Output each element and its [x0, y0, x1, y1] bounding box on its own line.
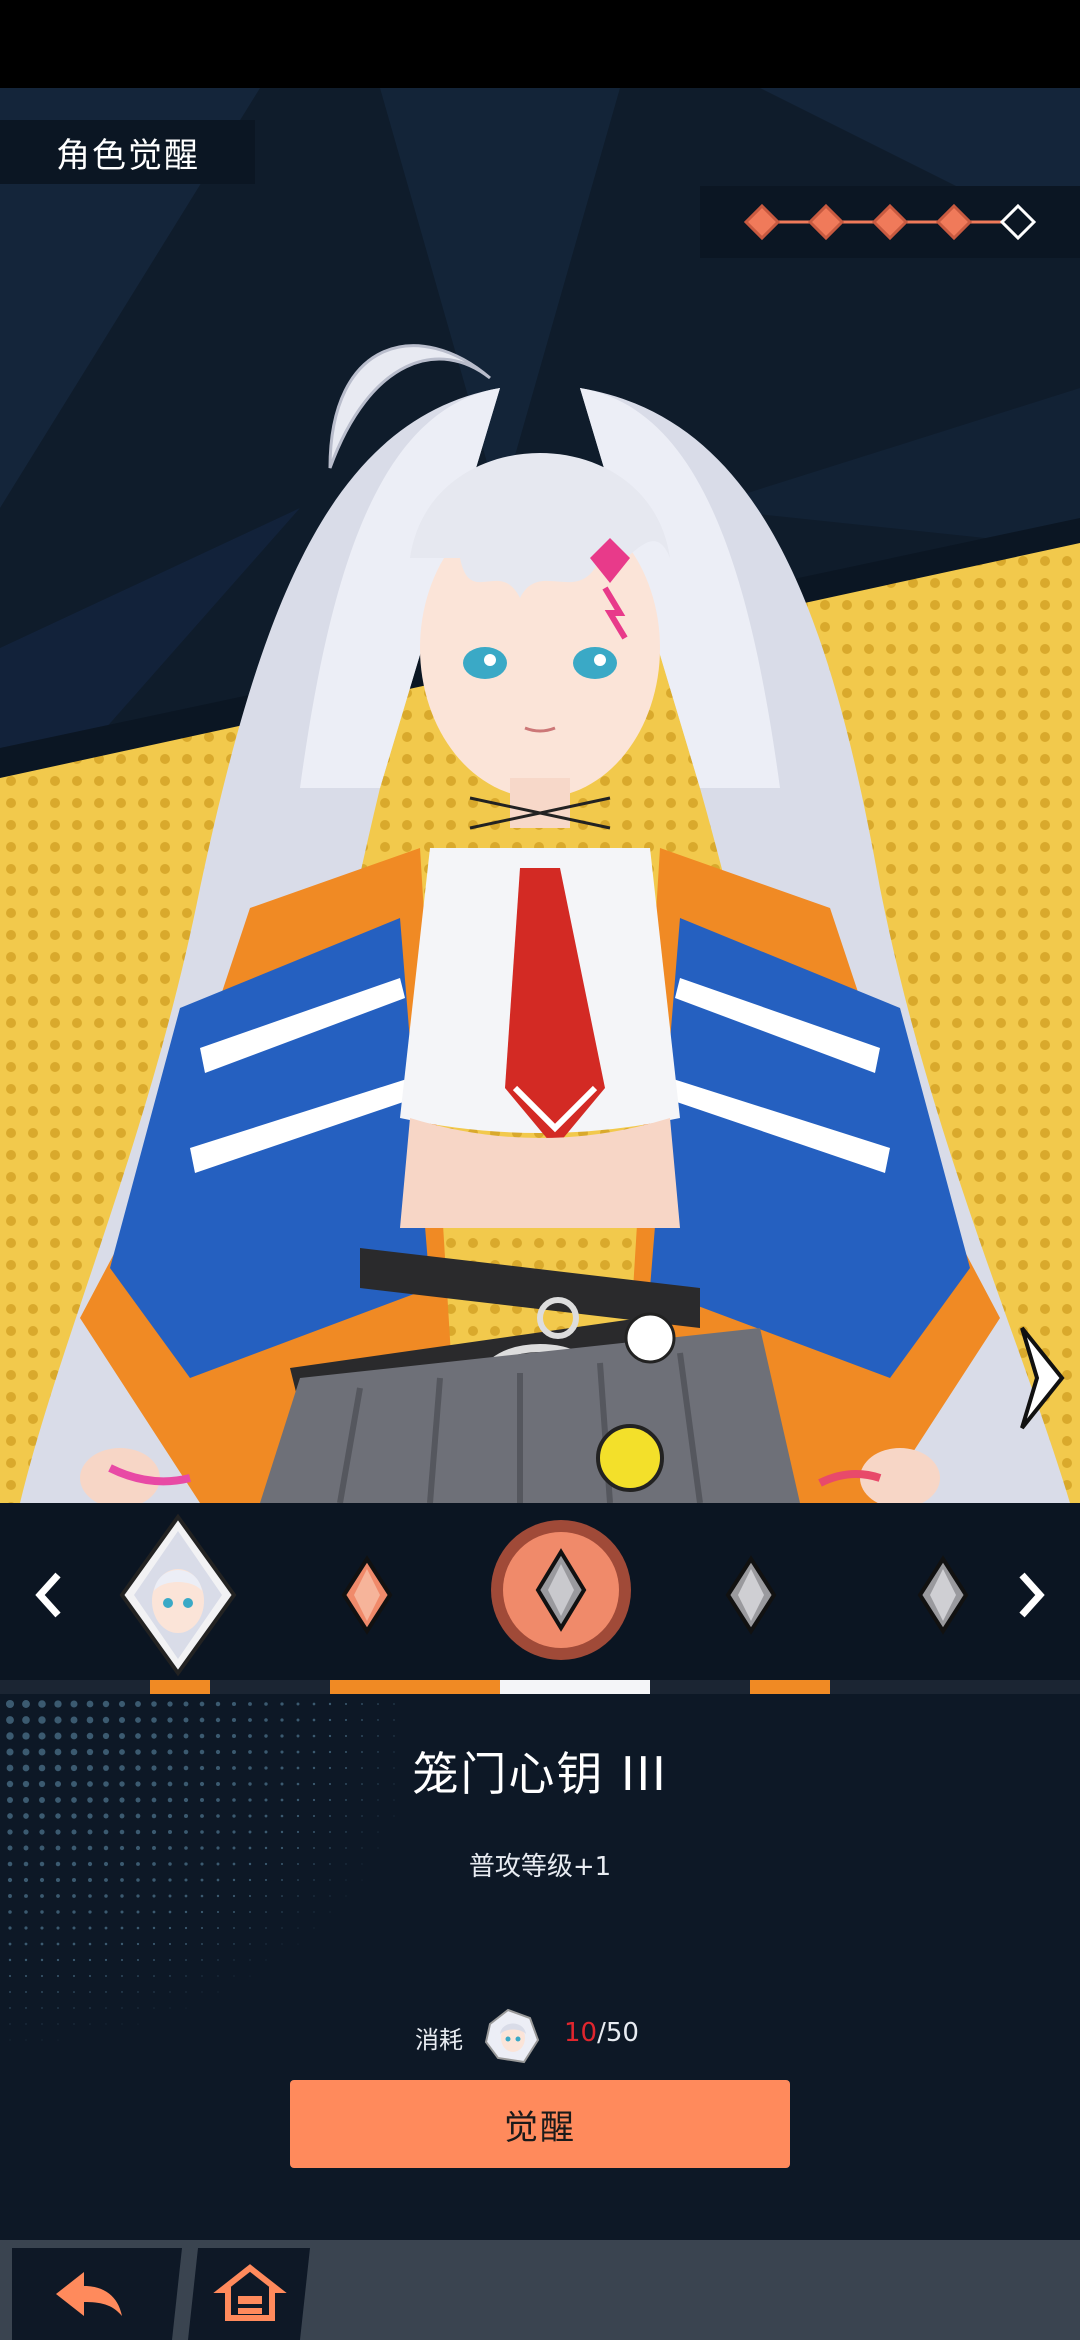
bottom-nav: [0, 2240, 1080, 2340]
chevron-right-icon[interactable]: [1010, 1565, 1050, 1625]
chevron-left-icon[interactable]: [30, 1565, 70, 1625]
skill-description: 普攻等级+1: [468, 1852, 612, 1882]
character-fragment-icon: [484, 2008, 540, 2064]
page-title: 角色觉醒: [0, 120, 255, 184]
star-empty-icon: [999, 203, 1037, 241]
home-button[interactable]: [186, 2240, 316, 2340]
cost-row: 消耗 10/50: [0, 2004, 1080, 2064]
character-illustration: [20, 344, 1070, 1503]
skill-title: 笼门心钥 III: [412, 1747, 668, 1801]
awaken-button[interactable]: 觉醒: [290, 2080, 790, 2168]
awaken-node-selector: [0, 1503, 1080, 1690]
star-filled-icon: [871, 203, 909, 241]
decorative-strip: [0, 1680, 1080, 1694]
cost-value: 10/50: [564, 2018, 639, 2048]
node-diamond-locked[interactable]: [916, 1555, 970, 1635]
cost-separator: /: [597, 2018, 606, 2048]
awaken-level-indicator: [700, 186, 1080, 258]
status-bar: [0, 0, 1080, 88]
node-diamond-selected[interactable]: [488, 1517, 634, 1663]
node-portrait[interactable]: [118, 1513, 238, 1678]
back-button[interactable]: [0, 2240, 190, 2340]
star-filled-icon: [807, 203, 845, 241]
next-character-icon[interactable]: [1012, 1323, 1072, 1433]
awaken-stars: [743, 203, 1037, 241]
cost-label: 消耗: [415, 2026, 463, 2054]
skill-info-panel: 笼门心钥 III 普攻等级+1 消耗 10/50 觉醒: [0, 1694, 1080, 2240]
cost-required: 50: [605, 2018, 639, 2048]
character-showcase: 角色觉醒: [0, 88, 1080, 1503]
node-diamond-locked[interactable]: [724, 1555, 778, 1635]
node-diamond-unlocked[interactable]: [340, 1555, 394, 1635]
star-filled-icon: [743, 203, 781, 241]
cost-owned: 10: [564, 2018, 598, 2048]
star-filled-icon: [935, 203, 973, 241]
